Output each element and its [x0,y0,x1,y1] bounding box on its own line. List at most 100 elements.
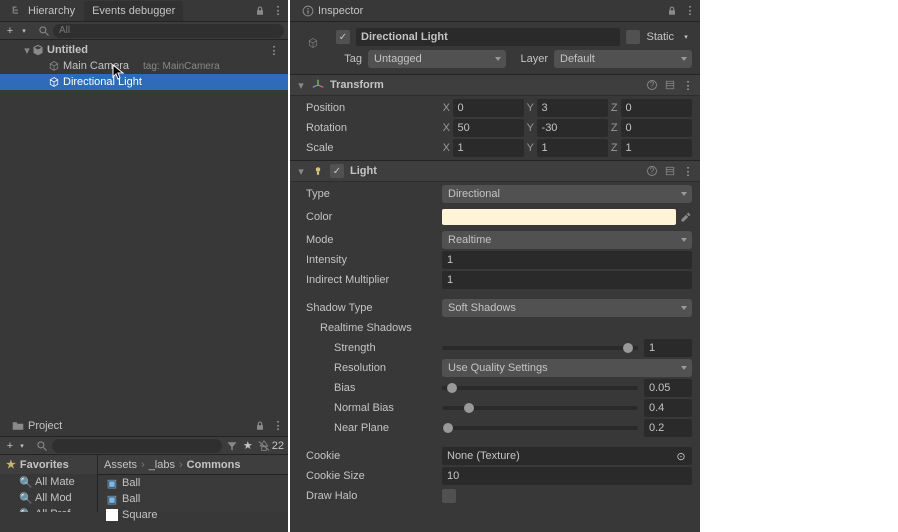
kebab-icon[interactable]: ⋮ [268,44,280,56]
tab-project[interactable]: Project [4,416,70,436]
strength-input[interactable] [644,339,692,357]
resolution-dropdown[interactable]: Use Quality Settings [442,359,692,377]
help-icon[interactable]: ? [646,165,658,177]
filter-icon[interactable] [226,440,238,452]
light-type-dropdown[interactable]: Directional [442,185,692,203]
gameobject-row[interactable]: Directional Light [0,74,288,90]
rotation-y-input[interactable] [537,119,608,137]
project-search-input[interactable] [52,439,222,453]
crumb[interactable]: Commons [187,459,241,471]
lock-icon[interactable] [254,5,266,17]
project-toolbar: + ▾ ★ 22 [0,437,288,455]
gameobject-large-icon[interactable] [298,28,328,58]
object-picker-icon[interactable]: ⊙ [675,450,687,462]
project-sidebar: ★ Favorites 🔍All Mate 🔍All Mod 🔍All Pref… [0,455,98,512]
gameobject-row[interactable]: Main Camera tag: MainCamera [0,58,288,74]
hierarchy-panel: Hierarchy Events debugger ⋮ + ▾ ▾ Untitl… [0,0,288,415]
crumb[interactable]: Assets [104,459,137,471]
prefab-icon: ▣ [106,493,118,505]
light-body: TypeDirectional Color ModeRealtime Inten… [290,182,700,508]
hierarchy-toolbar: + ▾ [0,22,288,40]
scene-label: Untitled [47,44,88,56]
light-enabled-checkbox[interactable] [330,164,344,178]
light-color-field[interactable] [442,209,676,225]
active-checkbox[interactable] [336,30,350,44]
normal-bias-slider[interactable] [442,406,638,410]
asset-item[interactable]: ▣Ball [98,491,288,507]
kebab-icon[interactable]: ⋮ [682,165,694,177]
rotation-x-input[interactable] [453,119,524,137]
kebab-icon[interactable]: ⋮ [684,5,696,17]
rotation-z-input[interactable] [621,119,692,137]
tab-inspector[interactable]: Inspector [294,1,371,21]
info-icon [302,5,314,17]
gameobject-header: Static ▾ Tag Untagged Layer Default [290,22,700,74]
light-title: Light [350,165,377,177]
scene-icon [32,44,44,56]
bias-slider[interactable] [442,386,638,390]
preset-icon[interactable] [664,165,676,177]
scene-row[interactable]: ▾ Untitled ⋮ [0,42,288,58]
star-icon[interactable]: ★ [242,440,254,452]
add-chevron-icon[interactable]: ▾ [16,440,28,452]
tag-dropdown[interactable]: Untagged [368,50,506,68]
object-name-input[interactable] [356,28,620,46]
light-mode-dropdown[interactable]: Realtime [442,231,692,249]
layer-dropdown[interactable]: Default [554,50,692,68]
tab-hierarchy[interactable]: Hierarchy [4,1,83,21]
favorite-item[interactable]: 🔍All Mate [0,474,97,490]
indirect-input[interactable] [442,271,692,289]
y-label: Y [526,122,535,134]
eyedropper-icon[interactable] [680,211,692,223]
near-plane-input[interactable] [644,419,692,437]
scale-x-input[interactable] [453,139,524,157]
add-chevron-icon[interactable]: ▾ [18,25,30,37]
position-z-input[interactable] [621,99,692,117]
near-plane-slider[interactable] [442,426,638,430]
kebab-icon[interactable]: ⋮ [682,79,694,91]
scale-label: Scale [298,142,438,154]
shadow-type-dropdown[interactable]: Soft Shadows [442,299,692,317]
normal-bias-input[interactable] [644,399,692,417]
draw-halo-checkbox[interactable] [442,489,456,503]
favorite-item[interactable]: 🔍All Pref [0,506,97,512]
crumb[interactable]: _labs [149,459,175,471]
add-icon[interactable]: + [4,25,16,37]
favorites-header[interactable]: ★ Favorites [0,455,97,474]
kebab-icon[interactable]: ⋮ [272,5,284,17]
cookie-field[interactable]: None (Texture)⊙ [442,447,692,465]
lock-icon[interactable] [254,420,266,432]
static-checkbox[interactable] [626,30,640,44]
foldout-arrow-icon[interactable]: ▾ [22,44,32,57]
preset-icon[interactable] [664,79,676,91]
help-icon[interactable]: ? [646,79,658,91]
breadcrumb: Assets› _labs› Commons [98,455,288,475]
scale-y-input[interactable] [537,139,608,157]
light-icon [312,165,324,177]
transform-header[interactable]: ▾ Transform ? ⋮ [290,74,700,96]
foldout-arrow-icon[interactable]: ▾ [296,165,306,178]
strength-slider[interactable] [442,346,638,350]
static-chevron-icon[interactable]: ▾ [680,31,692,43]
position-x-input[interactable] [453,99,524,117]
z-label: Z [610,142,619,154]
bias-input[interactable] [644,379,692,397]
hierarchy-search-input[interactable] [53,24,284,38]
intensity-input[interactable] [442,251,692,269]
z-label: Z [610,122,619,134]
folder-icon [12,420,24,432]
add-icon[interactable]: + [4,440,16,452]
scale-z-input[interactable] [621,139,692,157]
foldout-arrow-icon[interactable]: ▾ [296,79,306,92]
light-header[interactable]: ▾ Light ? ⋮ [290,160,700,182]
asset-item[interactable]: Square [98,507,288,523]
asset-item[interactable]: ▣Ball [98,475,288,491]
lock-icon[interactable] [666,5,678,17]
visibility-icon[interactable] [258,440,270,452]
tab-events-debugger[interactable]: Events debugger [84,1,183,21]
cookie-size-input[interactable] [442,467,692,485]
favorite-item[interactable]: 🔍All Mod [0,490,97,506]
kebab-icon[interactable]: ⋮ [272,420,284,432]
x-label: X [442,122,451,134]
position-y-input[interactable] [537,99,608,117]
